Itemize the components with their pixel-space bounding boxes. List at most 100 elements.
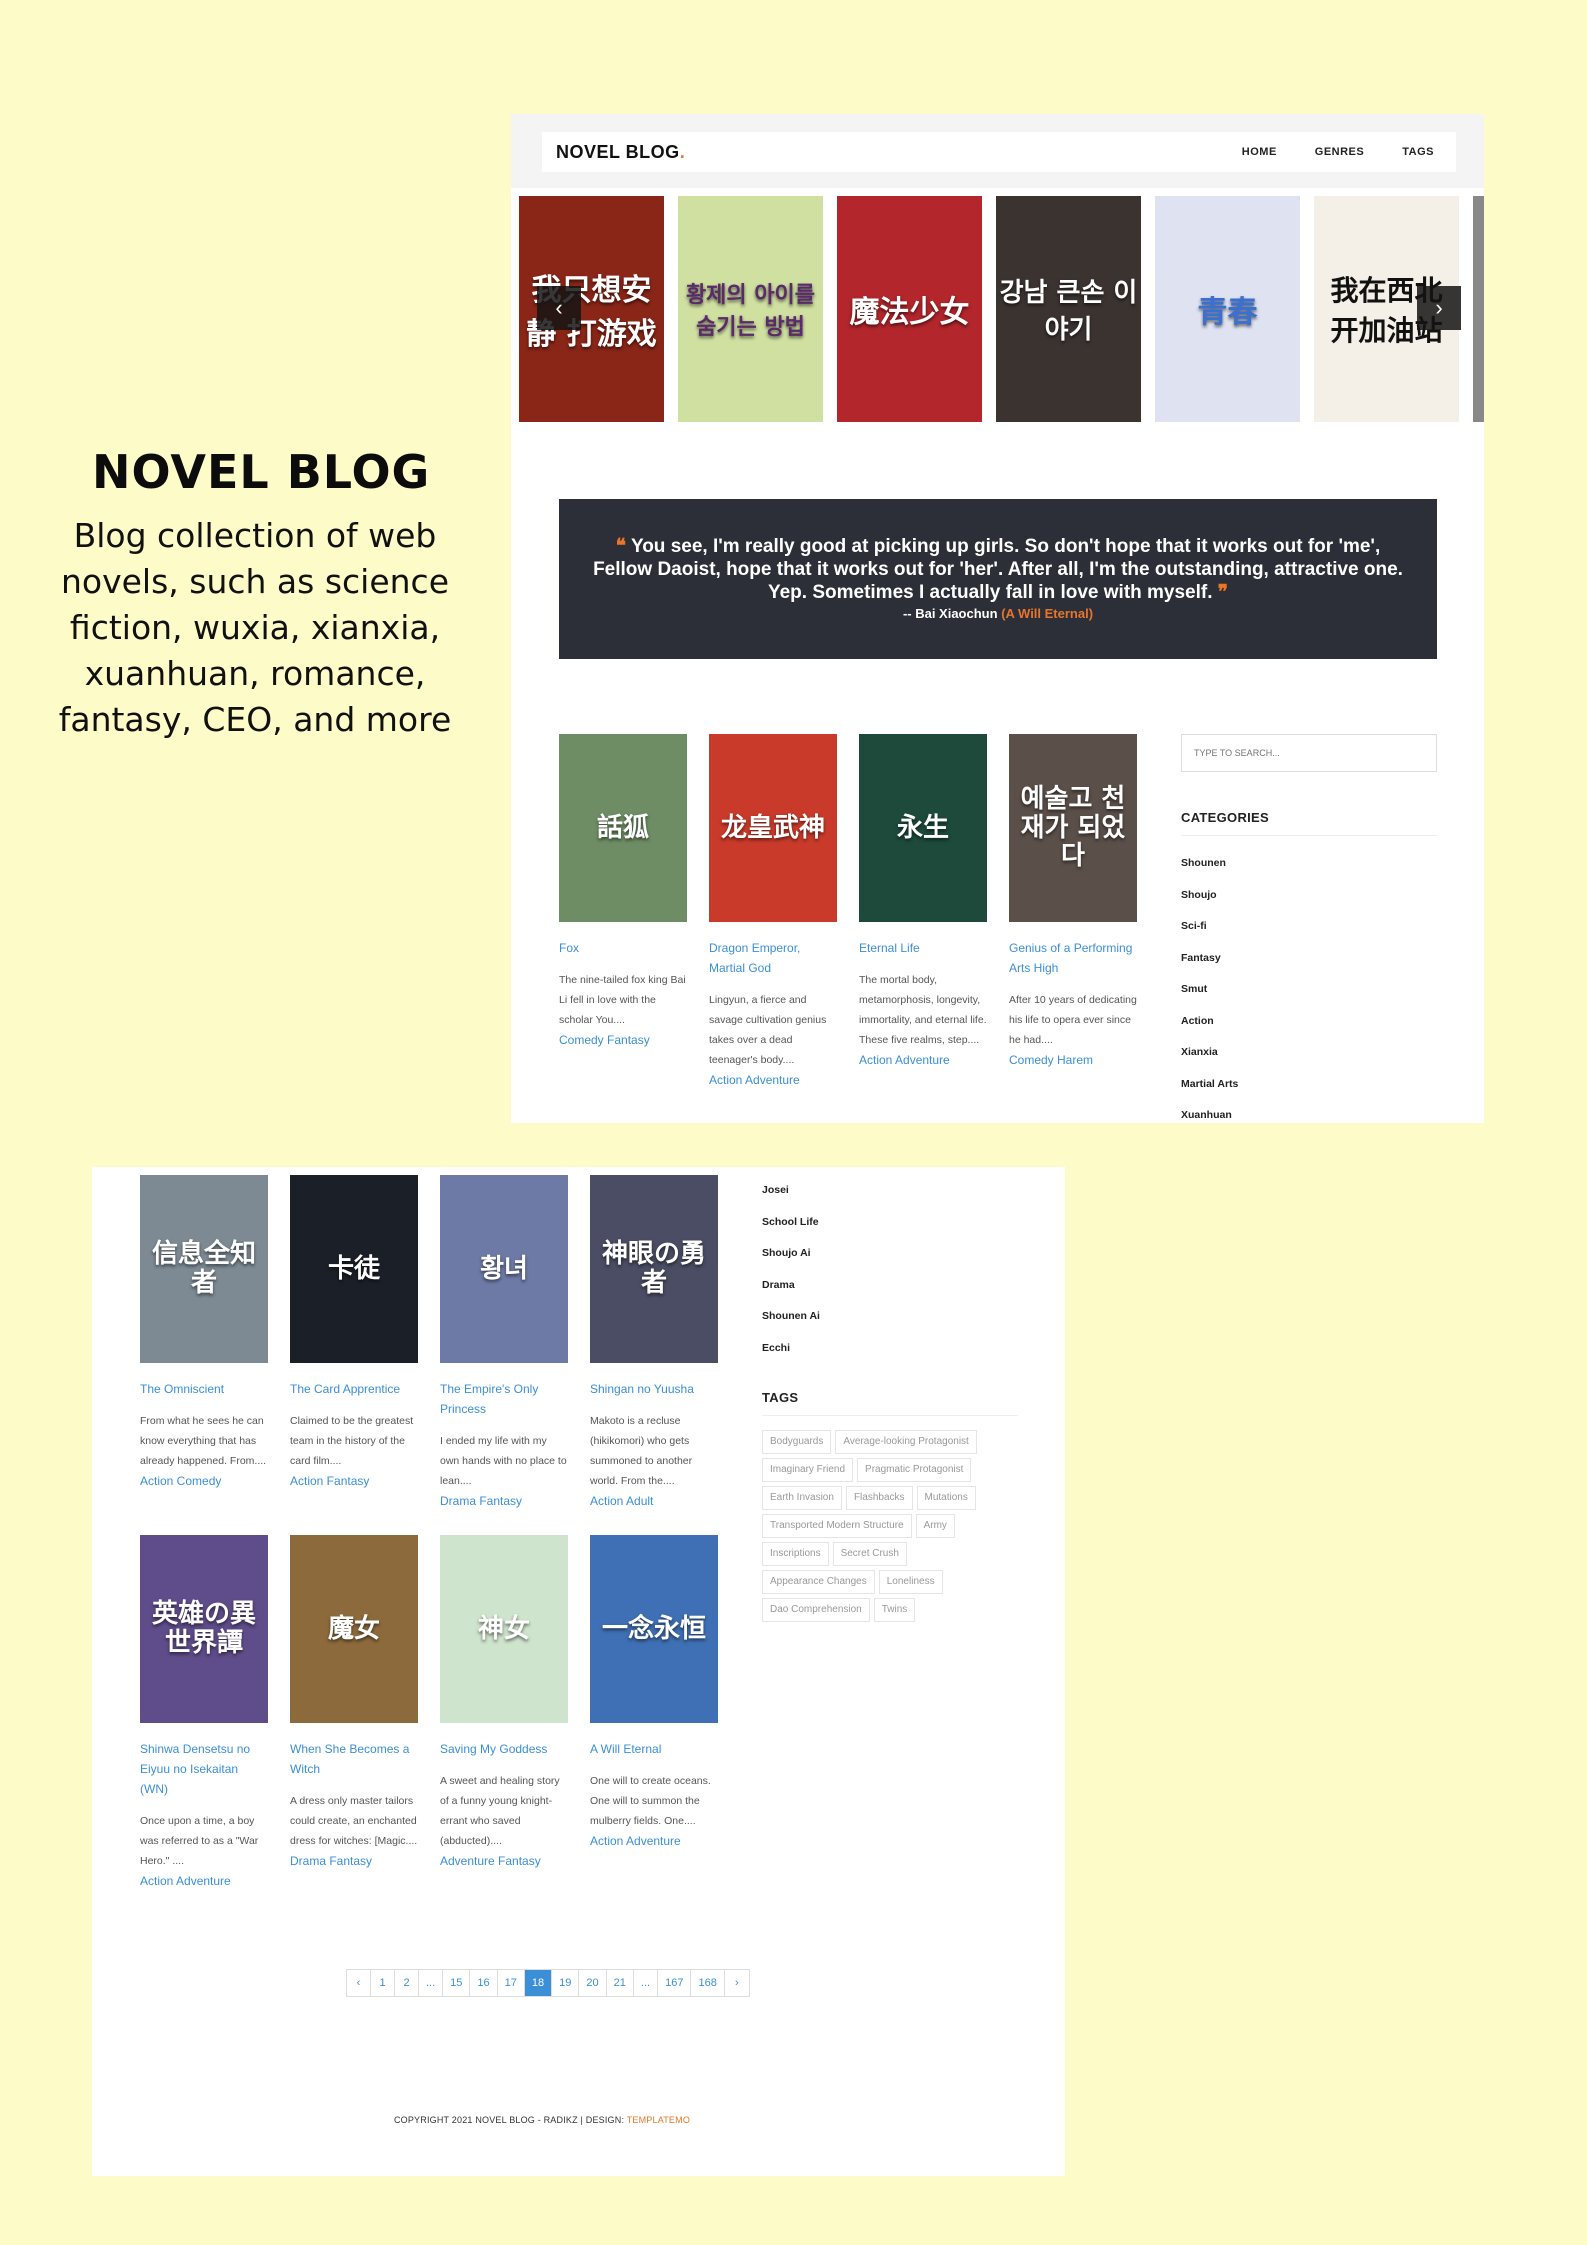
novel-title[interactable]: A Will Eternal xyxy=(590,1739,718,1759)
page-link[interactable]: ... xyxy=(634,1970,659,1996)
category-link[interactable]: Shoujo xyxy=(1181,880,1437,912)
novel-genres[interactable]: Drama Fantasy xyxy=(440,1491,568,1511)
page-link[interactable]: 16 xyxy=(470,1970,498,1996)
novel-cover[interactable]: 卡徒 xyxy=(290,1175,418,1363)
category-link[interactable]: Josei xyxy=(762,1175,1018,1207)
novel-genres[interactable]: Action Adventure xyxy=(590,1831,718,1851)
carousel-cover[interactable]: 魔法少女 xyxy=(837,196,982,422)
novel-genres[interactable]: Action Adventure xyxy=(140,1871,268,1891)
novel-genres[interactable]: Action Comedy xyxy=(140,1471,268,1491)
novel-title[interactable]: Shingan no Yuusha xyxy=(590,1379,718,1399)
nav-tags[interactable]: TAGS xyxy=(1402,146,1434,158)
category-link[interactable]: Sci-fi xyxy=(1181,911,1437,943)
carousel-cover[interactable]: 황제의 아이를 숨기는 방법 xyxy=(678,196,823,422)
novel-genres[interactable]: Comedy Harem xyxy=(1009,1050,1137,1070)
search-input[interactable] xyxy=(1181,734,1437,772)
novel-genres[interactable]: Action Adult xyxy=(590,1491,718,1511)
novel-cover[interactable]: 信息全知者 xyxy=(140,1175,268,1363)
page-link[interactable]: 19 xyxy=(552,1970,580,1996)
novel-genres[interactable]: Comedy Fantasy xyxy=(559,1030,687,1050)
novel-cover[interactable]: 英雄の異世界譚 xyxy=(140,1535,268,1723)
novel-title[interactable]: Fox xyxy=(559,938,687,958)
tag-link[interactable]: Flashbacks xyxy=(845,1486,913,1510)
category-link[interactable]: Shounen Ai xyxy=(762,1301,1018,1333)
novel-title[interactable]: When She Becomes a Witch xyxy=(290,1739,418,1779)
novel-card[interactable]: 神女 Saving My Goddess A sweet and healing s… xyxy=(440,1535,568,1891)
novel-title[interactable]: Dragon Emperor, Martial God xyxy=(709,938,837,978)
chevron-left-icon[interactable]: ‹ xyxy=(537,286,581,330)
novel-title[interactable]: The Empire's Only Princess xyxy=(440,1379,568,1419)
page-link[interactable]: 15 xyxy=(443,1970,471,1996)
novel-cover[interactable]: 神眼の勇者 xyxy=(590,1175,718,1363)
page-link[interactable]: 17 xyxy=(498,1970,525,1996)
page-link[interactable]: 21 xyxy=(607,1970,634,1996)
category-link[interactable]: Smut xyxy=(1181,974,1437,1006)
page-link[interactable]: 1 xyxy=(371,1970,395,1996)
category-link[interactable]: Xuanhuan xyxy=(1181,1100,1437,1123)
tag-link[interactable]: Average-looking Protagonist xyxy=(835,1430,977,1454)
nav-genres[interactable]: GENRES xyxy=(1315,146,1364,158)
tag-link[interactable]: Earth Invasion xyxy=(762,1486,842,1510)
novel-title[interactable]: Saving My Goddess xyxy=(440,1739,568,1759)
novel-cover[interactable]: 永生 xyxy=(859,734,987,922)
page-link[interactable]: ... xyxy=(419,1970,444,1996)
novel-card[interactable]: 神眼の勇者 Shingan no Yuusha Makoto is a reclus… xyxy=(590,1175,718,1511)
novel-cover[interactable]: 황녀 xyxy=(440,1175,568,1363)
novel-cover[interactable]: 龙皇武神 xyxy=(709,734,837,922)
novel-title[interactable]: The Card Apprentice xyxy=(290,1379,418,1399)
footer-design-link[interactable]: TEMPLATEMO xyxy=(627,2115,690,2125)
novel-title[interactable]: Eternal Life xyxy=(859,938,987,958)
category-link[interactable]: School Life xyxy=(762,1207,1018,1239)
category-link[interactable]: Shounen xyxy=(1181,848,1437,880)
tag-link[interactable]: Appearance Changes xyxy=(762,1570,875,1594)
tag-link[interactable]: Loneliness xyxy=(878,1570,943,1594)
tag-link[interactable]: Mutations xyxy=(916,1486,976,1510)
novel-cover[interactable]: 一念永恒 xyxy=(590,1535,718,1723)
category-link[interactable]: Action xyxy=(1181,1006,1437,1038)
page-prev-icon[interactable]: ‹ xyxy=(347,1970,371,1996)
tag-link[interactable]: Dao Comprehension xyxy=(762,1598,870,1622)
category-link[interactable]: Shoujo Ai xyxy=(762,1238,1018,1270)
novel-title[interactable]: Shinwa Densetsu no Eiyuu no Isekaitan (W… xyxy=(140,1739,268,1799)
brand-logo[interactable]: NOVEL BLOG. xyxy=(556,142,685,163)
tag-link[interactable]: Bodyguards xyxy=(762,1430,832,1454)
novel-genres[interactable]: Adventure Fantasy xyxy=(440,1851,568,1871)
page-link[interactable]: 18 xyxy=(524,1970,553,1996)
page-link[interactable]: 167 xyxy=(658,1970,692,1996)
novel-cover[interactable]: 話狐 xyxy=(559,734,687,922)
tag-link[interactable]: Twins xyxy=(873,1598,916,1622)
novel-cover[interactable]: 魔女 xyxy=(290,1535,418,1723)
carousel-cover[interactable]: 青春 xyxy=(1155,196,1300,422)
tag-link[interactable]: Army xyxy=(915,1514,955,1538)
page-link[interactable]: 2 xyxy=(395,1970,419,1996)
page-link[interactable]: 168 xyxy=(691,1970,725,1996)
novel-card[interactable]: 信息全知者 The Omniscient From what he sees he … xyxy=(140,1175,268,1511)
novel-card[interactable]: 話狐 Fox The nine-tailed fox king Bai Li fel… xyxy=(559,734,687,1090)
novel-genres[interactable]: Action Fantasy xyxy=(290,1471,418,1491)
nav-home[interactable]: HOME xyxy=(1242,146,1277,158)
tag-link[interactable]: Imaginary Friend xyxy=(762,1458,854,1482)
novel-card[interactable]: 예술고 천재가 되었다 Genius of a Performing Arts H… xyxy=(1009,734,1137,1090)
chevron-right-icon[interactable]: › xyxy=(1417,286,1461,330)
novel-card[interactable]: 황녀 The Empire's Only Princess I ended my l… xyxy=(440,1175,568,1511)
novel-card[interactable]: 永生 Eternal Life The mortal body, metamorph… xyxy=(859,734,987,1090)
quote-source[interactable]: (A Will Eternal) xyxy=(1001,606,1093,621)
page-next-icon[interactable]: › xyxy=(725,1970,749,1996)
page-link[interactable]: 20 xyxy=(579,1970,607,1996)
novel-title[interactable]: Genius of a Performing Arts High xyxy=(1009,938,1137,978)
novel-card[interactable]: 卡徒 The Card Apprentice Claimed to be the g… xyxy=(290,1175,418,1511)
novel-card[interactable]: 龙皇武神 Dragon Emperor, Martial God Lingyun, … xyxy=(709,734,837,1090)
tag-link[interactable]: Pragmatic Protagonist xyxy=(857,1458,972,1482)
tag-link[interactable]: Inscriptions xyxy=(762,1542,829,1566)
category-link[interactable]: Drama xyxy=(762,1270,1018,1302)
novel-card[interactable]: 魔女 When She Becomes a Witch A dress only m… xyxy=(290,1535,418,1891)
tag-link[interactable]: Secret Crush xyxy=(832,1542,907,1566)
category-link[interactable]: Ecchi xyxy=(762,1333,1018,1365)
novel-genres[interactable]: Action Adventure xyxy=(709,1070,837,1090)
novel-genres[interactable]: Drama Fantasy xyxy=(290,1851,418,1871)
novel-cover[interactable]: 神女 xyxy=(440,1535,568,1723)
category-link[interactable]: Fantasy xyxy=(1181,943,1437,975)
carousel-cover[interactable]: 강남 큰손 이야기 xyxy=(996,196,1141,422)
novel-genres[interactable]: Action Adventure xyxy=(859,1050,987,1070)
novel-title[interactable]: The Omniscient xyxy=(140,1379,268,1399)
